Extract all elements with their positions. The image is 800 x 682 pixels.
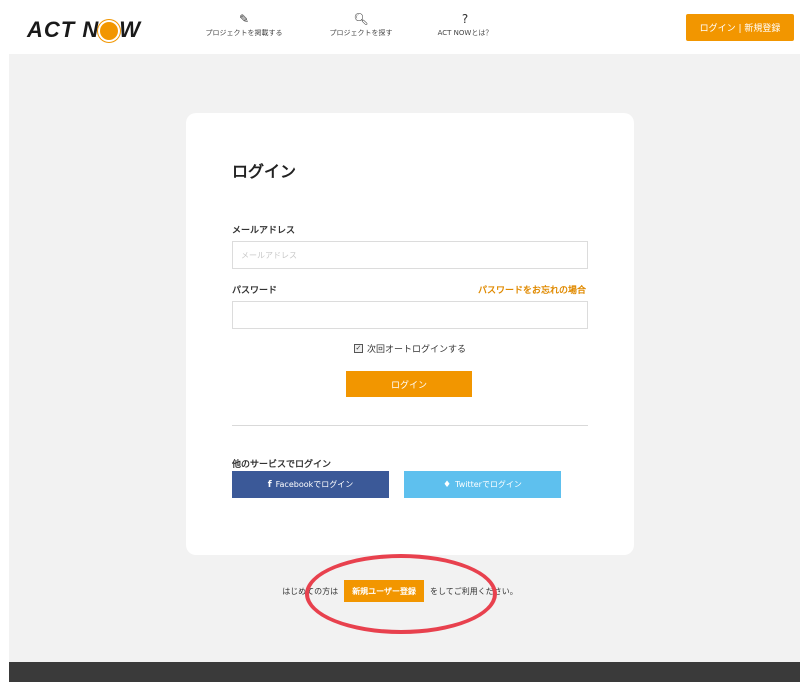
nav-about[interactable]: ? ACT NOWとは？	[425, 10, 505, 38]
logo-sun-icon	[100, 22, 119, 40]
login-register-button[interactable]: ログイン | 新規登録	[686, 14, 794, 41]
logo-text-left: ACT N	[27, 17, 100, 42]
login-button[interactable]: ログイン	[346, 371, 472, 397]
site-footer	[9, 662, 800, 682]
register-button[interactable]: 新規ユーザー登録	[344, 580, 425, 602]
logo-text-right: W	[119, 17, 141, 42]
remember-me-checkbox[interactable]: ✓	[353, 344, 363, 353]
forgot-password-link[interactable]: パスワードをお忘れの場合	[478, 283, 586, 296]
divider	[232, 425, 588, 426]
search-icon: 🔍︎	[353, 12, 369, 26]
register-prefix: はじめての方は	[282, 586, 339, 596]
nav-find-project[interactable]: 🔍︎ プロジェクトを探す	[318, 10, 404, 38]
register-row: はじめての方は 新規ユーザー登録 をしてご利用ください。	[0, 580, 800, 602]
help-icon: ?	[461, 12, 469, 26]
email-label: メールアドレス	[232, 226, 296, 236]
page-title: ログイン	[232, 162, 297, 181]
remember-me-row[interactable]: ✓ 次回オートログインする	[186, 342, 634, 355]
register-suffix: をしてご利用ください。	[430, 586, 518, 596]
email-field[interactable]	[232, 241, 588, 269]
nav-post-project[interactable]: ✎ プロジェクトを掲載する	[196, 10, 292, 38]
facebook-icon: f	[267, 479, 272, 490]
other-services-label: 他のサービスでログイン	[232, 460, 332, 470]
password-label: パスワード	[232, 286, 278, 296]
site-header: ACT N W ✎ プロジェクトを掲載する 🔍︎ プロジェクトを探す ? ACT …	[0, 0, 800, 54]
twitter-icon: ♦	[443, 479, 452, 490]
facebook-login-button[interactable]: f Facebookでログイン	[232, 471, 389, 498]
nav-about-label: ACT NOWとは？	[437, 29, 493, 37]
nav-post-project-label: プロジェクトを掲載する	[205, 29, 283, 37]
twitter-login-label: Twitterでログイン	[455, 480, 522, 489]
twitter-login-button[interactable]: ♦ Twitterでログイン	[404, 471, 561, 498]
nav-find-project-label: プロジェクトを探す	[329, 29, 393, 37]
pencil-icon: ✎	[238, 12, 250, 26]
login-card: ログイン メールアドレス パスワード パスワードをお忘れの場合 ✓ 次回オートロ…	[186, 113, 634, 555]
remember-me-label: 次回オートログインする	[366, 345, 466, 355]
act-now-logo[interactable]: ACT N W	[27, 17, 141, 43]
password-field[interactable]	[232, 301, 588, 329]
facebook-login-label: Facebookでログイン	[275, 480, 354, 489]
